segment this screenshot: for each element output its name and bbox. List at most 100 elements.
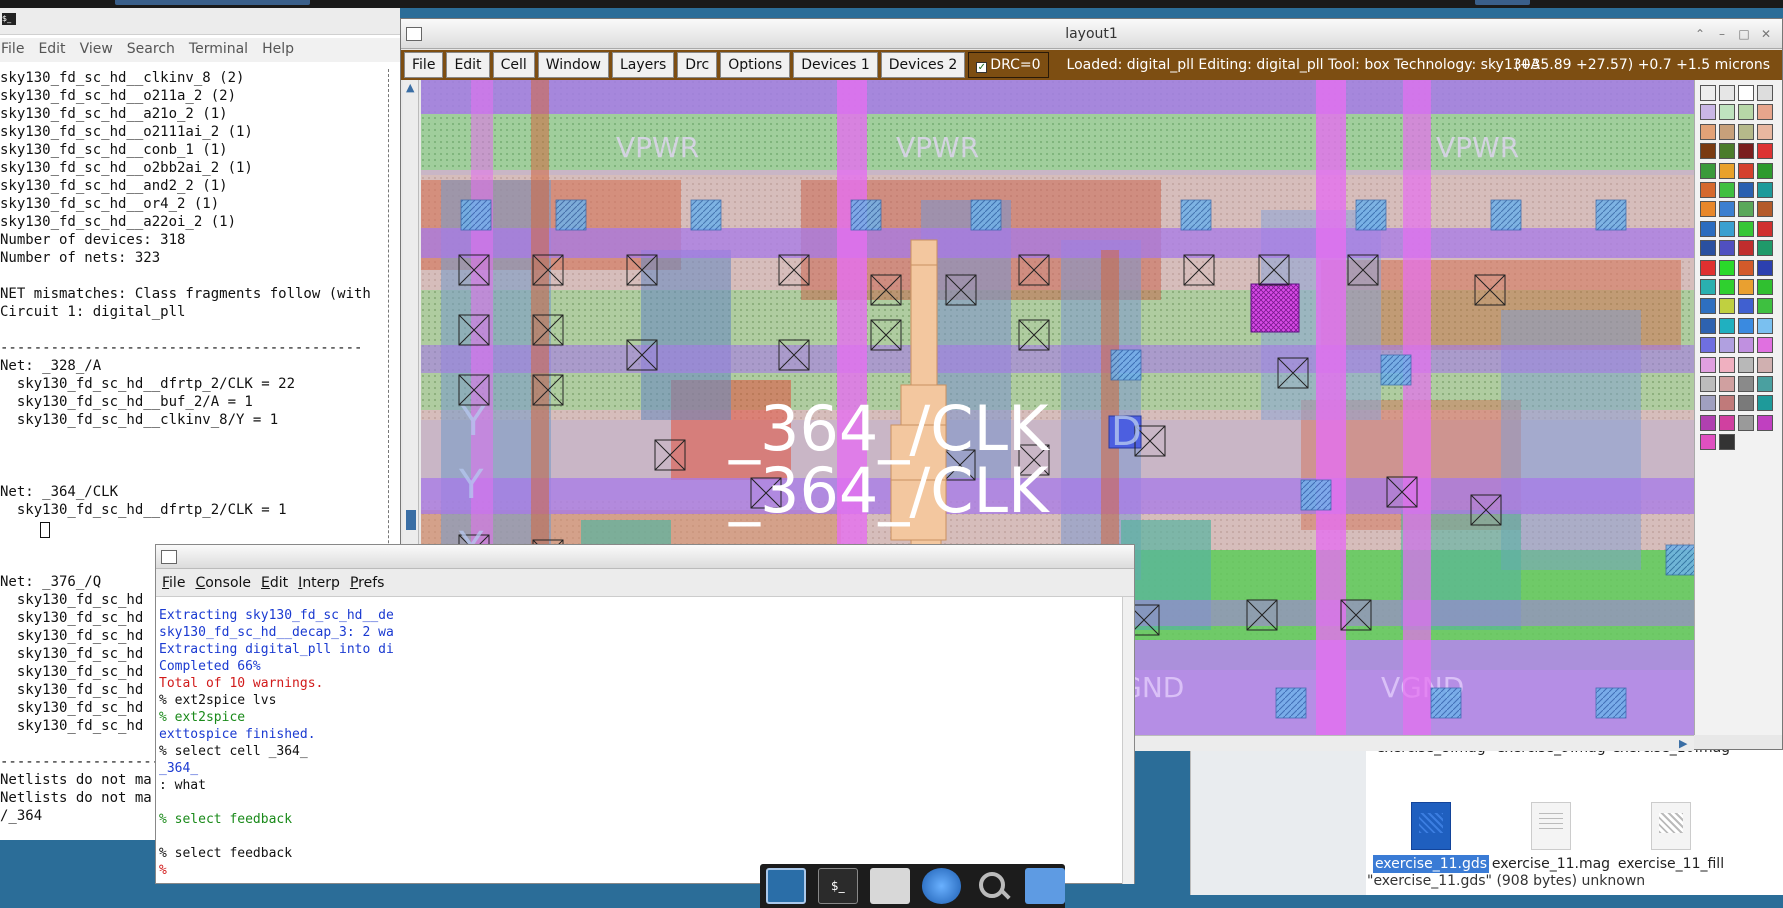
console-menu-edit[interactable]: Edit <box>261 575 288 591</box>
layer-swatch[interactable] <box>1757 298 1773 315</box>
file-item-selected[interactable]: exercise_11.gds <box>1371 802 1491 873</box>
layer-swatch[interactable] <box>1757 201 1773 218</box>
close-icon[interactable]: ✕ <box>1760 28 1772 40</box>
screen-icon[interactable] <box>766 868 806 904</box>
layout-menu-devices-1[interactable]: Devices 1 <box>793 52 878 78</box>
layer-swatch[interactable] <box>1700 356 1716 373</box>
browser-globe-icon[interactable] <box>921 868 962 904</box>
layer-swatch[interactable] <box>1757 85 1773 101</box>
layer-swatch[interactable] <box>1738 279 1754 295</box>
layer-swatch[interactable] <box>1757 143 1773 160</box>
layout-menu-devices-2[interactable]: Devices 2 <box>880 52 966 78</box>
layer-swatch[interactable] <box>1757 395 1773 412</box>
layer-swatch[interactable] <box>1738 317 1754 334</box>
layer-swatch[interactable] <box>1700 104 1716 121</box>
layer-swatch[interactable] <box>1700 395 1716 412</box>
layer-swatch[interactable] <box>1757 123 1773 140</box>
scroll-up-icon[interactable]: ▲ <box>406 81 414 94</box>
maximize-icon[interactable]: □ <box>1738 28 1750 40</box>
layer-swatch[interactable] <box>1738 182 1754 198</box>
layer-swatch[interactable] <box>1738 259 1754 276</box>
layer-swatch[interactable] <box>1719 356 1735 373</box>
folder-icon[interactable] <box>1025 868 1065 904</box>
shade-icon[interactable]: ⌃ <box>1694 28 1706 40</box>
layer-swatch[interactable] <box>1738 376 1754 392</box>
layout-menu-file[interactable]: File <box>404 52 444 78</box>
layer-swatch[interactable] <box>1700 279 1716 295</box>
layer-swatch[interactable] <box>1738 414 1754 431</box>
console-menu-file[interactable]: File <box>162 575 185 591</box>
layer-swatch[interactable] <box>1757 240 1773 257</box>
layer-swatch[interactable] <box>1738 123 1754 140</box>
layer-swatch[interactable] <box>1700 201 1716 218</box>
layer-swatch[interactable] <box>1757 279 1773 295</box>
layer-swatch[interactable] <box>1700 414 1716 431</box>
layer-swatch[interactable] <box>1700 182 1716 198</box>
scrollbar-thumb[interactable] <box>406 510 416 530</box>
drc-toggle[interactable]: ✓ DRC=0 <box>968 52 1049 78</box>
terminal-menu-help[interactable]: Help <box>262 38 308 62</box>
layer-swatch[interactable] <box>1757 317 1773 334</box>
layer-swatch[interactable] <box>1719 85 1735 101</box>
layer-swatch[interactable] <box>1757 337 1773 354</box>
layer-swatch[interactable] <box>1719 104 1735 121</box>
layer-swatch[interactable] <box>1719 143 1735 160</box>
layer-swatch[interactable] <box>1719 279 1735 295</box>
layer-swatch[interactable] <box>1757 356 1773 373</box>
layout-menu-cell[interactable]: Cell <box>492 52 535 78</box>
layer-swatch[interactable] <box>1738 337 1754 354</box>
file-item[interactable]: exercise_11.mag <box>1491 802 1611 872</box>
layer-swatch[interactable] <box>1700 220 1716 237</box>
layer-palette[interactable] <box>1694 80 1782 735</box>
layer-swatch[interactable] <box>1757 259 1773 276</box>
terminal-menu-file[interactable]: File <box>0 38 38 62</box>
layer-swatch[interactable] <box>1700 85 1716 101</box>
layer-swatch[interactable] <box>1719 182 1735 198</box>
layer-swatch[interactable] <box>1738 162 1754 179</box>
layer-swatch[interactable] <box>1738 298 1754 315</box>
layer-swatch[interactable] <box>1738 220 1754 237</box>
layer-swatch[interactable] <box>1738 143 1754 160</box>
layer-swatch[interactable] <box>1700 434 1716 451</box>
layer-swatch[interactable] <box>1738 201 1754 218</box>
terminal-icon[interactable]: $_ <box>817 868 858 904</box>
console-titlebar[interactable] <box>156 545 1134 569</box>
layer-swatch[interactable] <box>1757 182 1773 198</box>
layer-swatch[interactable] <box>1738 104 1754 121</box>
layer-swatch[interactable] <box>1719 240 1735 257</box>
console-menu-interp[interactable]: Interp <box>298 575 340 591</box>
console-menu-console[interactable]: Console <box>195 575 251 591</box>
terminal-menu-view[interactable]: View <box>80 38 127 62</box>
layer-swatch[interactable] <box>1719 162 1735 179</box>
taskbar-window-button[interactable] <box>115 0 310 5</box>
terminal-menu-edit[interactable]: Edit <box>38 38 79 62</box>
layer-swatch[interactable] <box>1719 317 1735 334</box>
layer-swatch[interactable] <box>1719 201 1735 218</box>
layer-swatch[interactable] <box>1719 395 1735 412</box>
terminal-menu-terminal[interactable]: Terminal <box>189 38 262 62</box>
layer-swatch[interactable] <box>1757 162 1773 179</box>
file-item[interactable]: exercise_11_fill <box>1611 802 1731 872</box>
layer-swatch[interactable] <box>1700 143 1716 160</box>
layer-swatch[interactable] <box>1757 376 1773 392</box>
taskbar-window-button[interactable] <box>1475 0 1530 5</box>
layer-swatch[interactable] <box>1757 414 1773 431</box>
layer-swatch[interactable] <box>1700 376 1716 392</box>
layer-swatch[interactable] <box>1738 356 1754 373</box>
layout-menu-window[interactable]: Window <box>537 52 609 78</box>
layer-swatch[interactable] <box>1700 337 1716 354</box>
layout-menu-drc[interactable]: Drc <box>677 52 718 78</box>
console-scrollbar[interactable] <box>1122 597 1134 884</box>
layer-swatch[interactable] <box>1719 259 1735 276</box>
layer-swatch[interactable] <box>1757 220 1773 237</box>
scroll-right-icon[interactable]: ▶ <box>1679 737 1687 750</box>
layer-swatch[interactable] <box>1719 123 1735 140</box>
layer-swatch[interactable] <box>1719 414 1735 431</box>
layer-swatch[interactable] <box>1719 376 1735 392</box>
layer-swatch[interactable] <box>1700 162 1716 179</box>
layout-menu-layers[interactable]: Layers <box>611 52 675 78</box>
layout-menu-edit[interactable]: Edit <box>446 52 490 78</box>
layer-swatch[interactable] <box>1700 298 1716 315</box>
layer-swatch[interactable] <box>1719 434 1735 451</box>
layer-swatch[interactable] <box>1738 395 1754 412</box>
